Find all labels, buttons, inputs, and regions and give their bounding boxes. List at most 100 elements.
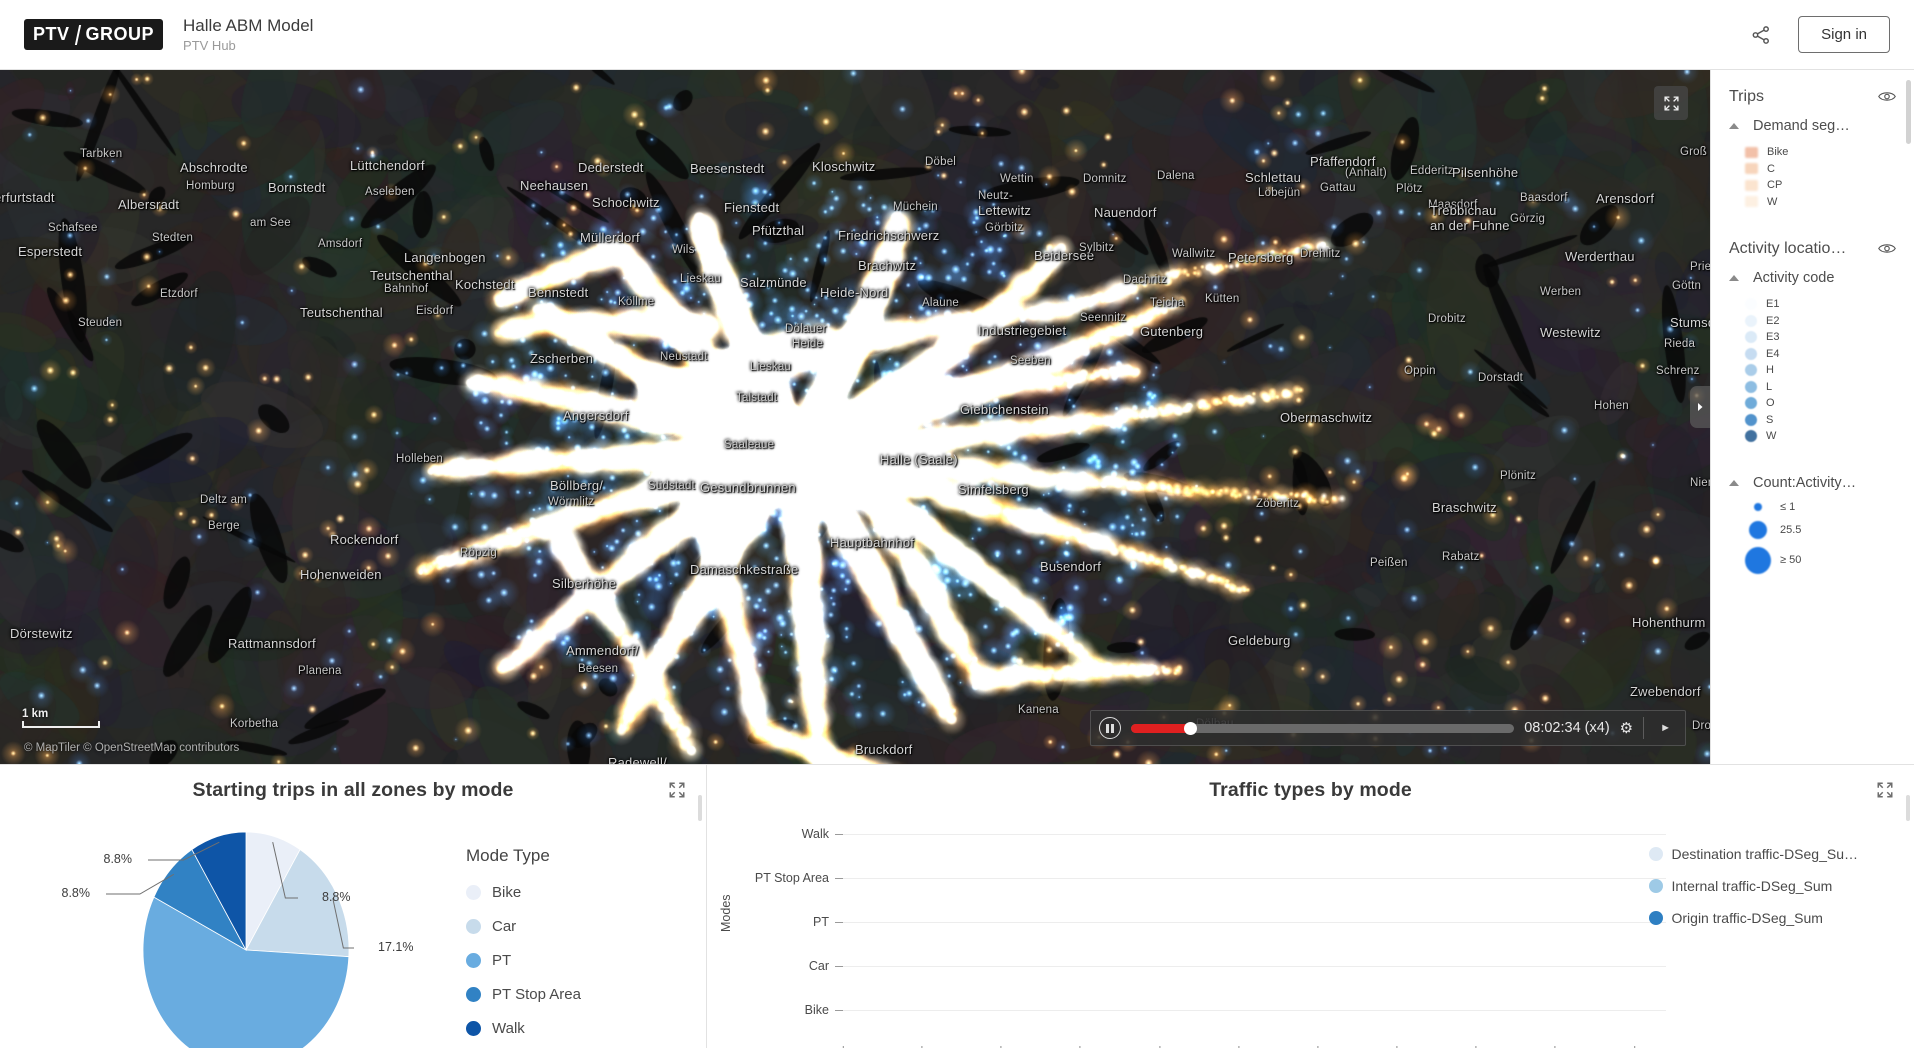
legend-label: S — [1766, 414, 1773, 426]
header-actions: Sign in — [1750, 16, 1890, 53]
legend-collapse-tab[interactable] — [1690, 386, 1710, 428]
bar-chart-panel: Traffic types by mode Modes WalkPT Stop … — [707, 764, 1914, 1048]
pie-chart-title: Starting trips in all zones by mode — [0, 765, 706, 802]
share-icon[interactable] — [1750, 24, 1772, 46]
legend-row[interactable]: CP — [1745, 177, 1896, 194]
pie-legend-row[interactable]: PT — [466, 952, 581, 969]
bar-fullscreen-button[interactable] — [1876, 781, 1894, 799]
playback-slider[interactable] — [1131, 724, 1514, 733]
map-attribution: © MapTiler © OpenStreetMap contributors — [24, 742, 239, 754]
legend-row[interactable]: C — [1745, 161, 1896, 178]
bar-gridline — [843, 922, 1666, 923]
map-fullscreen-button[interactable] — [1654, 86, 1688, 120]
bar-legend-row[interactable]: Internal traffic-DSeg_Sum — [1649, 878, 1859, 894]
legend-group-title: Activity locatio… — [1729, 240, 1846, 258]
pie-chart-graphic[interactable]: 8.8%17.1%56.5%8.8%8.8% — [36, 810, 456, 1048]
legend-size-label: ≥ 50 — [1780, 554, 1801, 566]
scalebar-line — [22, 721, 100, 728]
playback-expand-caret-icon[interactable]: ► — [1654, 722, 1677, 734]
logo-text-ptv: PTV — [33, 24, 70, 45]
legend-size-label: ≤ 1 — [1780, 501, 1795, 513]
bar-legend-row[interactable]: Destination traffic-DSeg_Su… — [1649, 846, 1859, 862]
legend-row[interactable]: W — [1745, 194, 1896, 211]
pie-fullscreen-button[interactable] — [668, 781, 686, 799]
legend-row[interactable]: L — [1745, 379, 1896, 396]
bar-legend-row[interactable]: Origin traffic-DSeg_Sum — [1649, 910, 1859, 926]
pie-legend-row[interactable]: Walk — [466, 1020, 581, 1037]
legend-subgroup-activity-code[interactable]: Activity code — [1711, 270, 1914, 286]
pie-legend-row[interactable]: PT Stop Area — [466, 986, 581, 1003]
legend-subgroup-demand-segment[interactable]: Demand seg… — [1711, 118, 1914, 134]
legend-row[interactable]: E3 — [1745, 329, 1896, 346]
legend-subgroup-count-activity[interactable]: Count:Activity… — [1711, 475, 1914, 491]
pie-legend-row[interactable]: Car — [466, 918, 581, 935]
map-legend-panel: Trips Demand seg… Bike CCP W Activity loca… — [1710, 70, 1914, 764]
legend-group-activity-locations: Activity locatio… — [1711, 240, 1914, 258]
bar-category-label: Bike — [707, 1003, 835, 1017]
gear-icon[interactable]: ⚙ — [1620, 719, 1633, 737]
legend-row[interactable]: E4 — [1745, 346, 1896, 363]
legend-size-swatch — [1749, 521, 1767, 539]
legend-label: CP — [1767, 179, 1782, 191]
legend-size-row[interactable]: ≤ 1 — [1745, 501, 1896, 513]
legend-size-row[interactable]: ≥ 50 — [1745, 547, 1896, 574]
legend-spacer — [1711, 445, 1914, 475]
pie-svg[interactable] — [36, 810, 456, 1048]
legend-swatch — [1745, 196, 1758, 207]
pie-legend-title: Mode Type — [466, 846, 581, 866]
pie-chart-panel: Starting trips in all zones by mode 8.8%… — [0, 764, 707, 1048]
legend-swatch — [1745, 364, 1757, 376]
logo-separator — [74, 25, 80, 45]
bar-row: Car — [707, 944, 1914, 988]
legend-size-swatch-wrap — [1745, 503, 1771, 511]
playback-bar: 08:02:34 (x4) ⚙ ► — [1090, 710, 1686, 746]
legend-row[interactable]: Bike — [1745, 144, 1896, 161]
legend-row[interactable]: E2 — [1745, 313, 1896, 330]
pie-panel-scrollbar[interactable] — [698, 795, 702, 1048]
legend-row[interactable]: S — [1745, 412, 1896, 429]
pie-legend-row[interactable]: Bike — [466, 884, 581, 901]
bar-panel-scrollbar[interactable] — [1906, 795, 1910, 1048]
eye-icon[interactable] — [1878, 242, 1896, 256]
legend-row[interactable]: O — [1745, 395, 1896, 412]
legend-swatch — [1745, 397, 1757, 409]
sign-in-button[interactable]: Sign in — [1798, 16, 1890, 53]
eye-icon[interactable] — [1878, 90, 1896, 104]
map-view[interactable]: erfurtstadtTarbkenAbschrodteHomburgLüttc… — [0, 70, 1710, 764]
pie-legend-swatch — [466, 987, 481, 1002]
legend-label: Bike — [1767, 146, 1788, 158]
playback-knob[interactable] — [1184, 722, 1197, 735]
legend-size-swatch-wrap — [1745, 521, 1771, 539]
pause-button[interactable] — [1099, 717, 1121, 739]
bar-track — [843, 944, 1666, 988]
bar-chart-body: Modes WalkPT Stop AreaPTCarBike 010,0002… — [707, 802, 1914, 1048]
legend-swatch — [1745, 348, 1757, 360]
logo-text-group: GROUP — [86, 24, 155, 45]
legend-row[interactable]: E1 — [1745, 296, 1896, 313]
legend-size-swatch — [1745, 547, 1771, 574]
pie-legend: Mode Type Bike Car PT PT Stop Area Walk — [466, 846, 581, 1048]
legend-label: O — [1766, 397, 1775, 409]
map-scalebar: 1 km — [22, 708, 100, 728]
legend-subgroup-title: Demand seg… — [1753, 118, 1850, 134]
pie-slice-percentage: 8.8% — [86, 852, 132, 866]
legend-swatch — [1745, 331, 1757, 343]
legend-scrollbar[interactable] — [1906, 80, 1911, 754]
caret-up-icon — [1729, 480, 1739, 486]
legend-label: E1 — [1766, 298, 1779, 310]
legend-swatch — [1745, 298, 1757, 310]
bar-category-label: PT Stop Area — [707, 871, 835, 885]
legend-subgroup-title: Count:Activity… — [1753, 475, 1856, 491]
legend-size-row[interactable]: 25.5 — [1745, 521, 1896, 539]
bar-tick-mark — [835, 834, 843, 835]
map-visualization-canvas[interactable] — [0, 70, 1710, 764]
bar-legend-swatch — [1649, 847, 1663, 861]
legend-items-demand-segment: Bike CCP W — [1711, 144, 1914, 210]
pie-legend-swatch — [466, 919, 481, 934]
legend-row[interactable]: W — [1745, 428, 1896, 445]
legend-group-title: Trips — [1729, 88, 1764, 106]
legend-row[interactable]: H — [1745, 362, 1896, 379]
bar-category-label: Car — [707, 959, 835, 973]
legend-group-trips: Trips — [1711, 88, 1914, 106]
bar-legend-swatch — [1649, 911, 1663, 925]
